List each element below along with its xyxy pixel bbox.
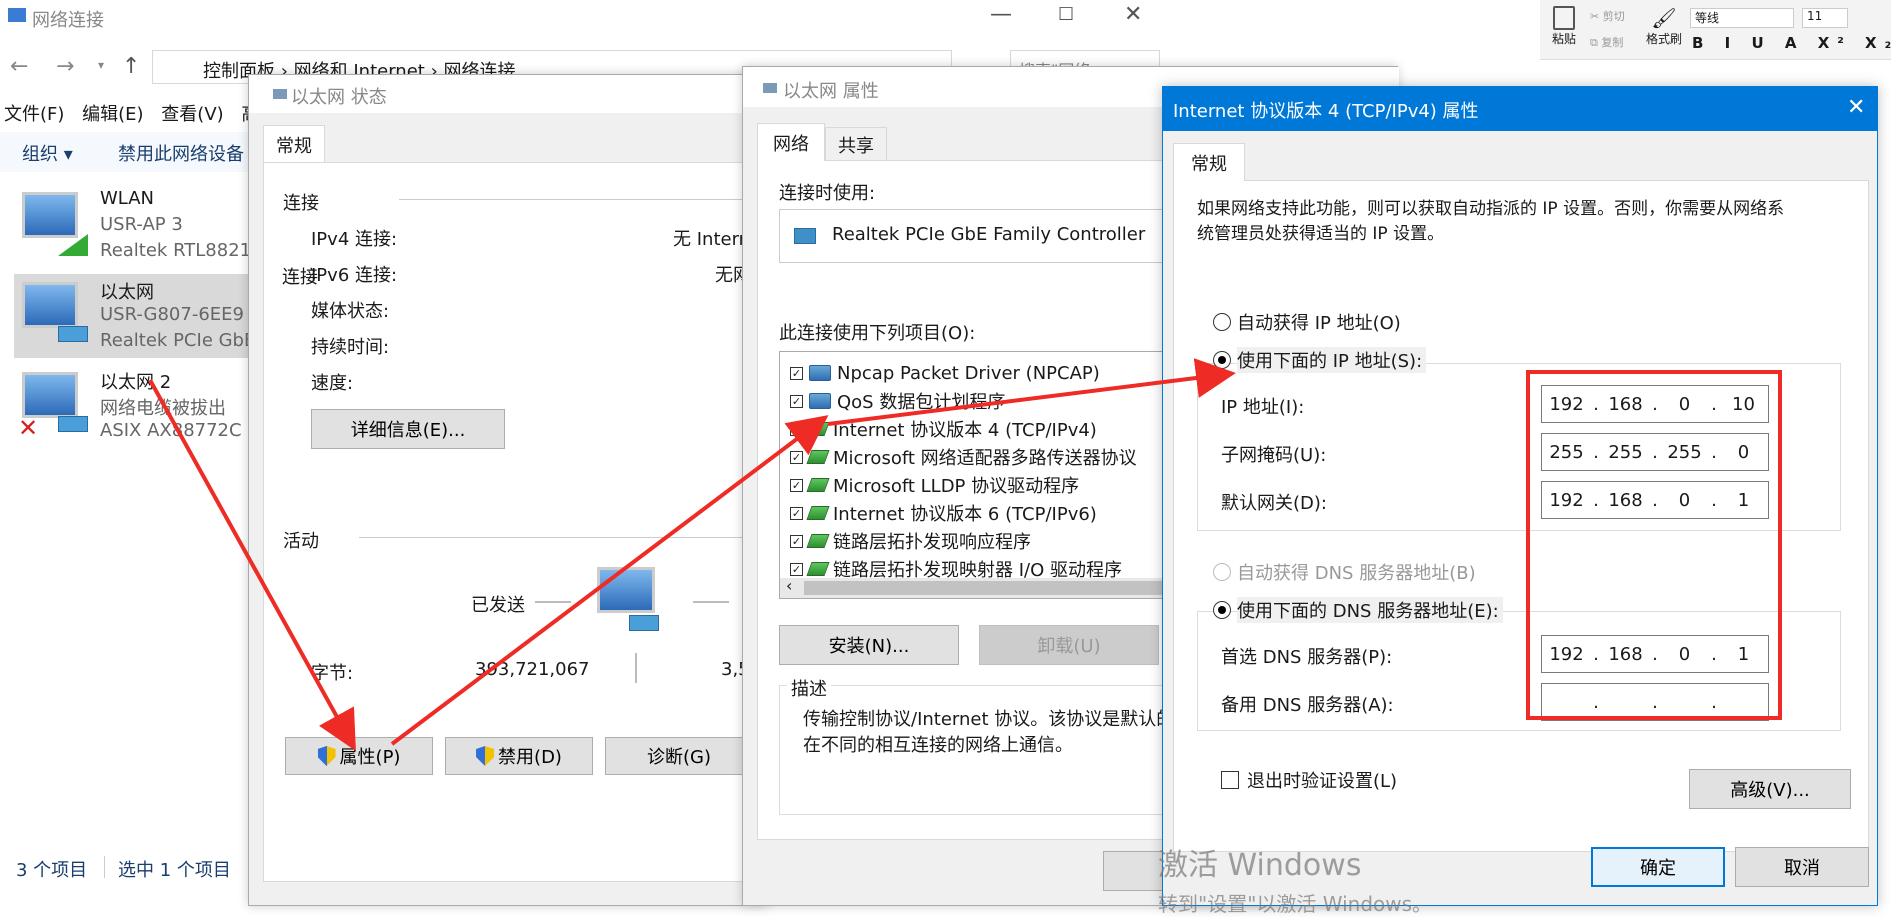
tab-general[interactable]: 常规 xyxy=(1173,143,1245,181)
arrow-to-properties xyxy=(148,379,356,751)
arrow-to-ipv4-dialog xyxy=(827,358,1236,426)
arrow-to-ipv4-item xyxy=(390,415,829,746)
annotation-arrows xyxy=(148,358,1236,751)
tab-network[interactable]: 网络 xyxy=(757,123,825,161)
